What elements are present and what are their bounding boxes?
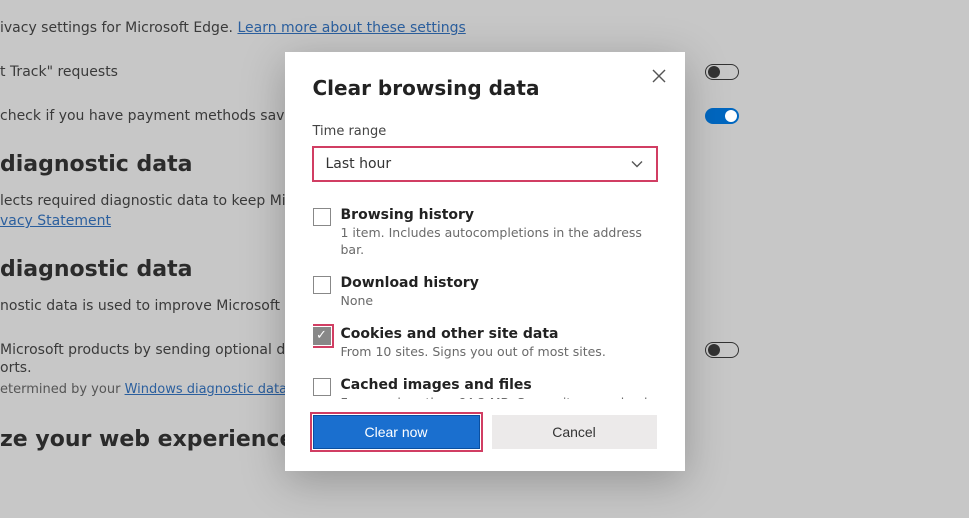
option-cached[interactable]: Cached images and files Frees up less th… — [313, 369, 651, 400]
checkbox-cached[interactable] — [313, 378, 331, 396]
optional-diag-toggle[interactable] — [705, 342, 739, 358]
option-title: Download history — [341, 275, 651, 291]
option-cookies[interactable]: ✓ Cookies and other site data From 10 si… — [313, 318, 651, 369]
time-range-value: Last hour — [326, 156, 392, 172]
dialog-actions: Clear now Cancel — [313, 415, 657, 449]
check-icon: ✓ — [316, 329, 327, 342]
checkbox-browsing-history[interactable] — [313, 208, 331, 226]
bg-text-fragment: ivacy settings for Microsoft Edge. — [0, 20, 237, 36]
do-not-track-toggle[interactable] — [705, 64, 739, 80]
clear-browsing-data-dialog: Clear browsing data Time range Last hour… — [285, 52, 685, 471]
options-list: Browsing history 1 item. Includes autoco… — [313, 199, 657, 399]
learn-more-link[interactable]: Learn more about these settings — [237, 20, 465, 36]
bg-text-fragment: t Track" requests — [0, 64, 118, 80]
option-title: Browsing history — [341, 207, 651, 223]
bg-text-fragment: check if you have payment methods saved — [0, 108, 302, 124]
time-range-label: Time range — [313, 124, 657, 139]
bg-text: ivacy settings for Microsoft Edge. Learn… — [0, 20, 969, 36]
close-button[interactable] — [649, 66, 669, 86]
option-desc: Frees up less than 64.2 MB. Some sites m… — [341, 395, 651, 400]
checkbox-download-history[interactable] — [313, 276, 331, 294]
option-download-history[interactable]: Download history None — [313, 267, 651, 318]
option-title: Cached images and files — [341, 377, 651, 393]
bg-text-fragment: ze your web experience — [0, 427, 294, 452]
payment-check-toggle[interactable] — [705, 108, 739, 124]
option-desc: From 10 sites. Signs you out of most sit… — [341, 344, 651, 361]
dialog-title: Clear browsing data — [313, 76, 657, 100]
bg-text-fragment: etermined by your — [0, 382, 125, 397]
option-title: Cookies and other site data — [341, 326, 651, 342]
option-desc: 1 item. Includes autocompletions in the … — [341, 225, 651, 259]
bg-text-fragment: Microsoft products by sending optional d… — [0, 342, 307, 358]
privacy-statement-link[interactable]: vacy Statement — [0, 213, 111, 229]
close-icon — [652, 69, 666, 83]
option-browsing-history[interactable]: Browsing history 1 item. Includes autoco… — [313, 199, 651, 267]
option-desc: None — [341, 293, 651, 310]
checkbox-cookies[interactable]: ✓ — [313, 327, 331, 345]
cancel-button[interactable]: Cancel — [492, 415, 657, 449]
clear-now-button[interactable]: Clear now — [313, 415, 480, 449]
time-range-select[interactable]: Last hour — [313, 147, 657, 181]
chevron-down-icon — [630, 157, 644, 171]
